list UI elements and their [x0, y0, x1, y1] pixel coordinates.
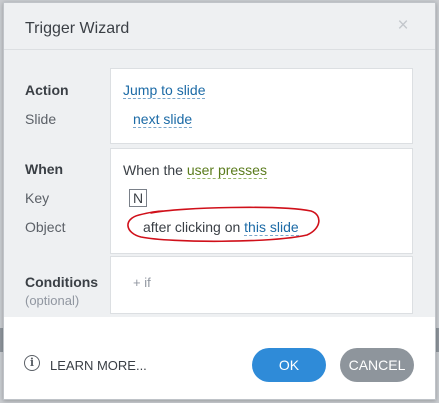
dialog-title: Trigger Wizard: [25, 20, 130, 37]
event-dropdown[interactable]: user presses: [186, 162, 267, 179]
add-condition-button[interactable]: + if: [133, 275, 151, 290]
dialog-titlebar: Trigger Wizard ×: [4, 3, 435, 50]
when-text: When the user presses: [123, 162, 267, 179]
ok-button[interactable]: OK: [252, 348, 326, 382]
when-label: When: [25, 161, 64, 177]
close-icon[interactable]: ×: [394, 16, 412, 35]
info-icon[interactable]: i: [24, 355, 40, 371]
conditions-label: Conditions: [25, 274, 99, 290]
dialog-body: Action Slide Jump to slide next slide Wh…: [4, 50, 435, 317]
learn-more-link[interactable]: LEARN MORE...: [50, 358, 147, 373]
conditions-panel: + if: [110, 256, 413, 314]
object-prefix: after clicking on: [143, 219, 241, 235]
action-panel: Jump to slide next slide: [110, 68, 413, 144]
when-panel: When the user presses N after clicking o…: [110, 148, 413, 254]
key-field[interactable]: N: [129, 189, 148, 207]
slide-label: Slide: [25, 111, 57, 127]
key-label: Key: [25, 190, 50, 206]
dialog-footer: i LEARN MORE... OK CANCEL: [4, 317, 435, 399]
object-label: Object: [25, 219, 66, 235]
cancel-button[interactable]: CANCEL: [340, 348, 414, 382]
action-label: Action: [25, 82, 69, 98]
object-dropdown[interactable]: this slide: [244, 219, 299, 236]
action-dropdown[interactable]: Jump to slide: [123, 82, 206, 99]
when-prefix: When the: [123, 162, 183, 178]
trigger-wizard-dialog: Trigger Wizard × Action Slide Jump to sl…: [3, 2, 436, 400]
object-text: after clicking on this slide: [143, 219, 299, 236]
slide-dropdown[interactable]: next slide: [133, 111, 193, 128]
key-input[interactable]: N: [129, 189, 148, 207]
conditions-optional-label: (optional): [25, 293, 80, 308]
